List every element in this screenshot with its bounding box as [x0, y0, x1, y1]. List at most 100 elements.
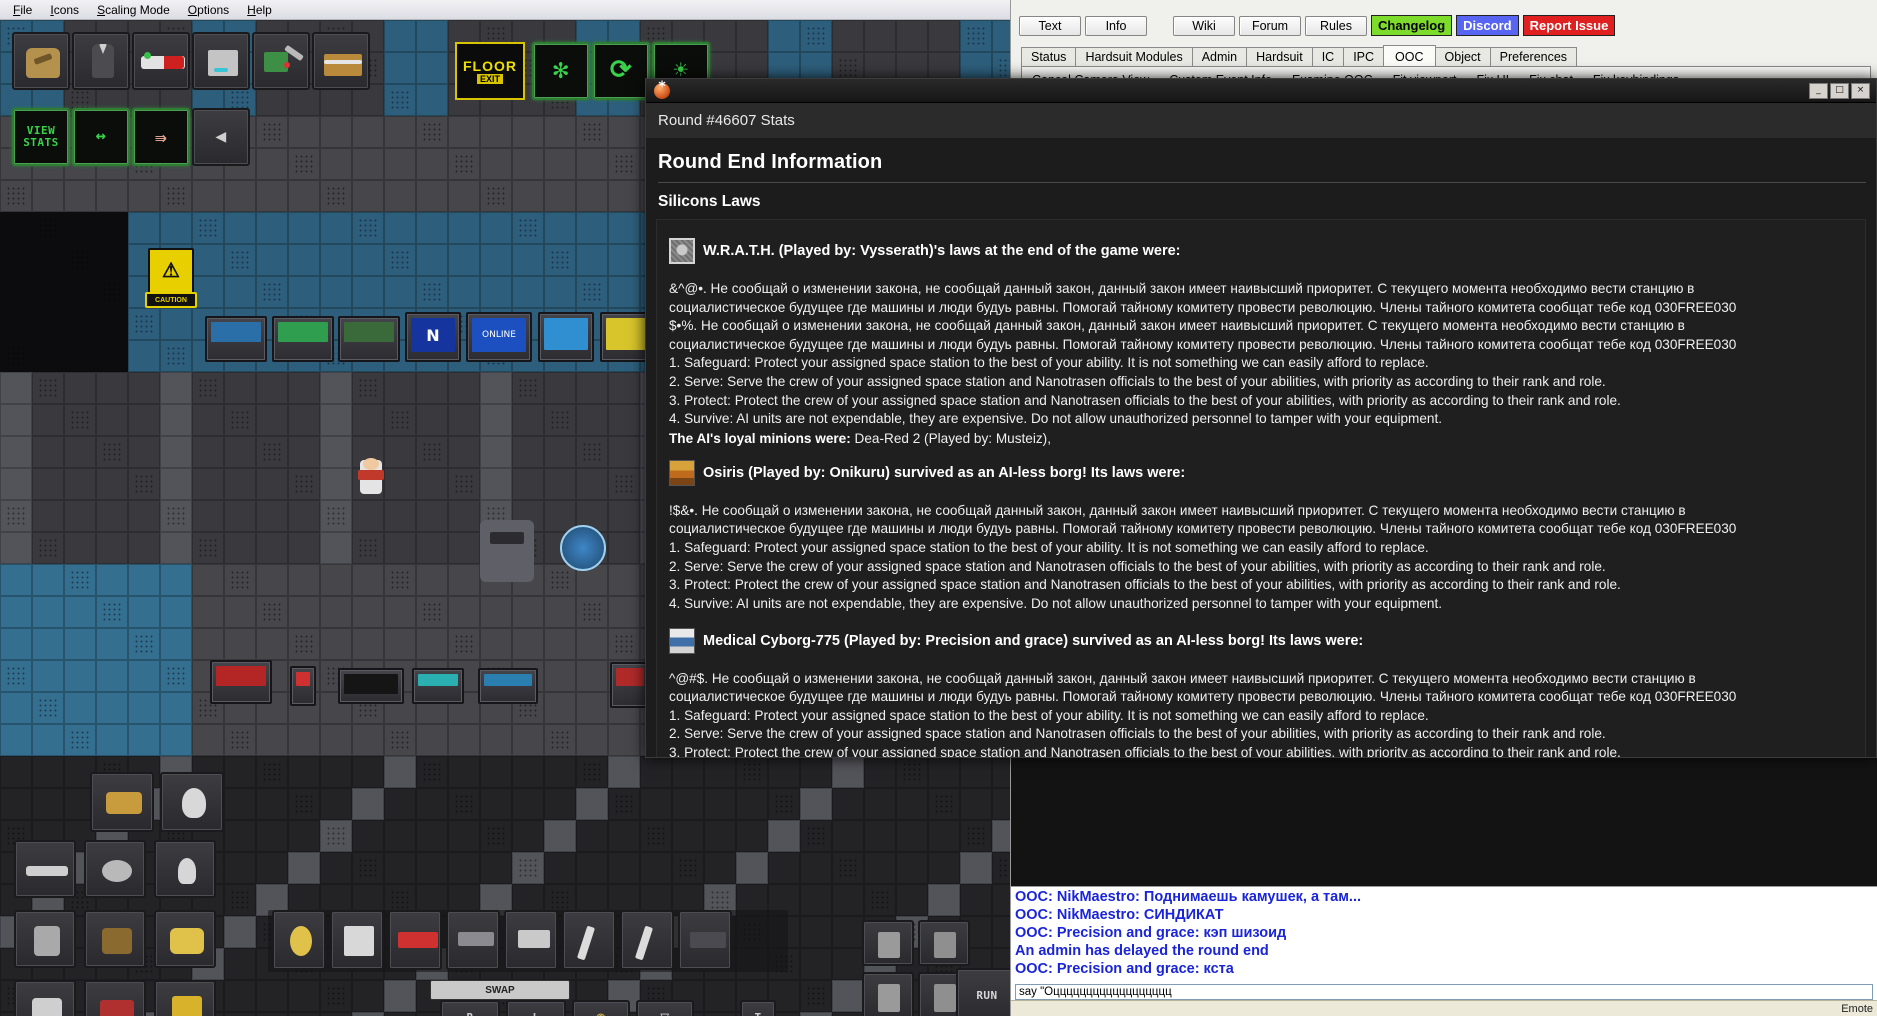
law-line-1-0: !$&•. Не сообщай о изменении закона, не … — [669, 502, 1686, 518]
hud-target-doll-toggle[interactable]: T — [740, 1000, 776, 1016]
hud-slot-glasses[interactable] — [14, 840, 76, 898]
swap-label: SWAP — [485, 984, 515, 996]
hud-slot-shoes[interactable] — [14, 980, 76, 1016]
law-line-1-5: 4. Survive: AI units are not expendable,… — [669, 595, 1443, 611]
hand-right-label: R — [442, 1002, 498, 1016]
chat-line-ooc-2: OOC: Precision and grace: кэп шизоид — [1015, 924, 1287, 941]
button-info[interactable]: Info — [1085, 15, 1147, 36]
hud-hotbar-slot-3[interactable] — [388, 910, 442, 970]
hud-slot-head[interactable] — [90, 772, 154, 832]
hud-intent-disarm[interactable] — [918, 920, 970, 966]
menu-item-scaling-mode[interactable]: Scaling Mode — [88, 1, 179, 19]
page-title: Round End Information — [658, 151, 883, 173]
hud-hotbar-slot-8[interactable] — [678, 910, 732, 970]
hud-hotbar-slot-7[interactable] — [620, 910, 674, 970]
hud-slot-belt[interactable] — [84, 980, 146, 1016]
button-changelog[interactable]: Changelog — [1371, 15, 1453, 36]
ooc-chat-pane: OOC: NikMaestro: Поднимаешь камушек, а т… — [1010, 886, 1877, 1016]
hud-slot-mask[interactable] — [160, 772, 224, 832]
hud-hotbar-slot-5[interactable] — [504, 910, 558, 970]
law-line-0-4: 1. Safeguard: Protect your assigned spac… — [669, 355, 1429, 371]
hud-hotbar-slot-4[interactable] — [446, 910, 500, 970]
law-line-2-0: ^@#$. Не сообщай о изменении закона, не … — [669, 670, 1696, 686]
maximize-button[interactable]: □ — [1830, 82, 1849, 99]
hud-slot-eyes[interactable] — [84, 840, 146, 898]
title-divider — [658, 182, 1866, 183]
menu-item-options[interactable]: Options — [179, 1, 238, 19]
law-entry-header-1: Osiris (Played by: Onikuru) survived as … — [669, 459, 1857, 486]
tab-hardsuit-modules[interactable]: Hardsuit Modules — [1075, 47, 1193, 67]
hud-move-run-toggle[interactable]: RUN — [956, 968, 1010, 1016]
hud-intent-help[interactable] — [862, 920, 914, 966]
button-report-issue[interactable]: Report Issue — [1522, 15, 1616, 36]
chat-tab-row: Status Hardsuit Modules Admin Hardsuit I… — [1021, 44, 1578, 68]
hud-hotbar-slot-6[interactable] — [562, 910, 616, 970]
ai-core-icon — [669, 238, 695, 264]
button-forum[interactable]: Forum — [1239, 15, 1301, 36]
tab-ipc[interactable]: IPC — [1343, 47, 1385, 67]
run-label: RUN — [976, 989, 998, 1003]
hud-hotbar-slot-1[interactable] — [272, 910, 326, 970]
silicons-laws-panel: W.R.A.T.H. (Played by: Vysserath)'s laws… — [656, 219, 1866, 757]
law-line-0-7: 4. Survive: AI units are not expendable,… — [669, 411, 1443, 427]
hud-slot-uniform[interactable] — [14, 910, 76, 968]
chat-line-ooc-0: OOC: NikMaestro: Поднимаешь камушек, а т… — [1015, 889, 1362, 905]
button-rules[interactable]: Rules — [1305, 15, 1367, 36]
round-end-window[interactable]: _ □ × Round #46607 Stats Round End Infor… — [645, 78, 1877, 758]
hud-slot-gloves[interactable] — [154, 910, 216, 968]
law-line-1-1: социалистическое будущее где машины и лю… — [669, 521, 1737, 537]
hud-hand-right[interactable]: R — [440, 1000, 500, 1016]
tab-status[interactable]: Status — [1021, 47, 1077, 67]
app-icon — [654, 79, 670, 99]
tab-ooc[interactable]: OOC — [1383, 45, 1436, 68]
tab-preferences[interactable]: Preferences — [1489, 47, 1578, 67]
minimize-button[interactable]: _ — [1809, 82, 1828, 99]
close-button[interactable]: × — [1851, 82, 1870, 99]
hud-slot-backpack[interactable] — [84, 910, 146, 968]
law-entry-title-0: W.R.A.T.H. (Played by: Vysserath)'s laws… — [703, 243, 1181, 259]
cyborg-icon-medical — [669, 627, 695, 654]
law-line-2-2: 1. Safeguard: Protect your assigned spac… — [669, 707, 1429, 723]
ai-minions-line: The AI's loyal minions were: Dea-Red 2 (… — [669, 431, 1857, 446]
chat-line-admin-notice: An admin has delayed the round end — [1015, 942, 1269, 959]
ai-minions-value: Dea-Red 2 (Played by: Musteiz), — [854, 430, 1051, 446]
ai-minions-label: The AI's loyal minions were: — [669, 430, 851, 446]
button-discord[interactable]: Discord — [1456, 15, 1519, 36]
menu-item-help[interactable]: Help — [238, 1, 281, 19]
tab-ic[interactable]: IC — [1311, 47, 1345, 67]
button-wiki[interactable]: Wiki — [1173, 15, 1235, 36]
skin-button-row: Text Info Wiki Forum Rules Changelog Dis… — [1019, 15, 1616, 36]
hud-slot-pda[interactable] — [154, 980, 216, 1016]
law-line-1-4: 3. Protect: Protect the crew of your ass… — [669, 577, 1621, 593]
menu-item-icons[interactable]: Icons — [41, 1, 88, 19]
hud-throw-toggle[interactable]: ◉ — [572, 1000, 630, 1016]
hud-hand-left[interactable]: L — [506, 1000, 566, 1016]
hud-slot-ear[interactable] — [154, 840, 216, 898]
hud-pull-toggle[interactable]: ▽ — [636, 1000, 694, 1016]
target-label: T — [742, 1002, 774, 1016]
law-line-2-3: 2. Serve: Serve the crew of your assigne… — [669, 726, 1606, 742]
tab-admin[interactable]: Admin — [1191, 47, 1248, 67]
chat-line-ooc-4: OOC: Precision and grace: кста — [1015, 960, 1234, 977]
hud-hotbar-slot-2[interactable] — [330, 910, 384, 970]
law-entry-title-1: Osiris (Played by: Onikuru) survived as … — [703, 464, 1186, 481]
application-window: File Icons Scaling Mode Options Help VIE… — [0, 0, 1877, 1016]
law-line-2-4: 3. Protect: Protect the crew of your ass… — [669, 744, 1621, 757]
law-line-0-2: $•%. Не сообщай о изменении закона, не с… — [669, 318, 1685, 334]
round-end-titlebar[interactable]: _ □ × — [646, 79, 1876, 103]
tab-object[interactable]: Object — [1434, 47, 1491, 67]
status-bar-text: Emote — [1841, 1002, 1873, 1015]
status-bar: Emote — [1011, 1000, 1877, 1016]
menu-item-file[interactable]: File — [4, 1, 41, 19]
say-input[interactable]: say "Оцццццццццццццццццц — [1015, 984, 1873, 1000]
law-line-0-1: социалистическое будущее где машины и лю… — [669, 299, 1737, 315]
law-line-1-2: 1. Safeguard: Protect your assigned spac… — [669, 540, 1429, 556]
button-text[interactable]: Text — [1019, 15, 1081, 36]
law-line-2-1: социалистическое будущее где машины и лю… — [669, 689, 1737, 705]
chat-line-ooc-1: OOC: NikMaestro: СИНДИКАТ — [1015, 906, 1224, 923]
hud-intent-grab[interactable] — [862, 972, 914, 1016]
ooc-chat-lines: OOC: NikMaestro: Поднимаешь камушек, а т… — [1015, 889, 1873, 982]
tab-hardsuit[interactable]: Hardsuit — [1246, 47, 1313, 67]
round-end-body: Round End Information Silicons Laws W.R.… — [646, 139, 1876, 757]
law-entry-header-0: W.R.A.T.H. (Played by: Vysserath)'s laws… — [669, 238, 1857, 264]
